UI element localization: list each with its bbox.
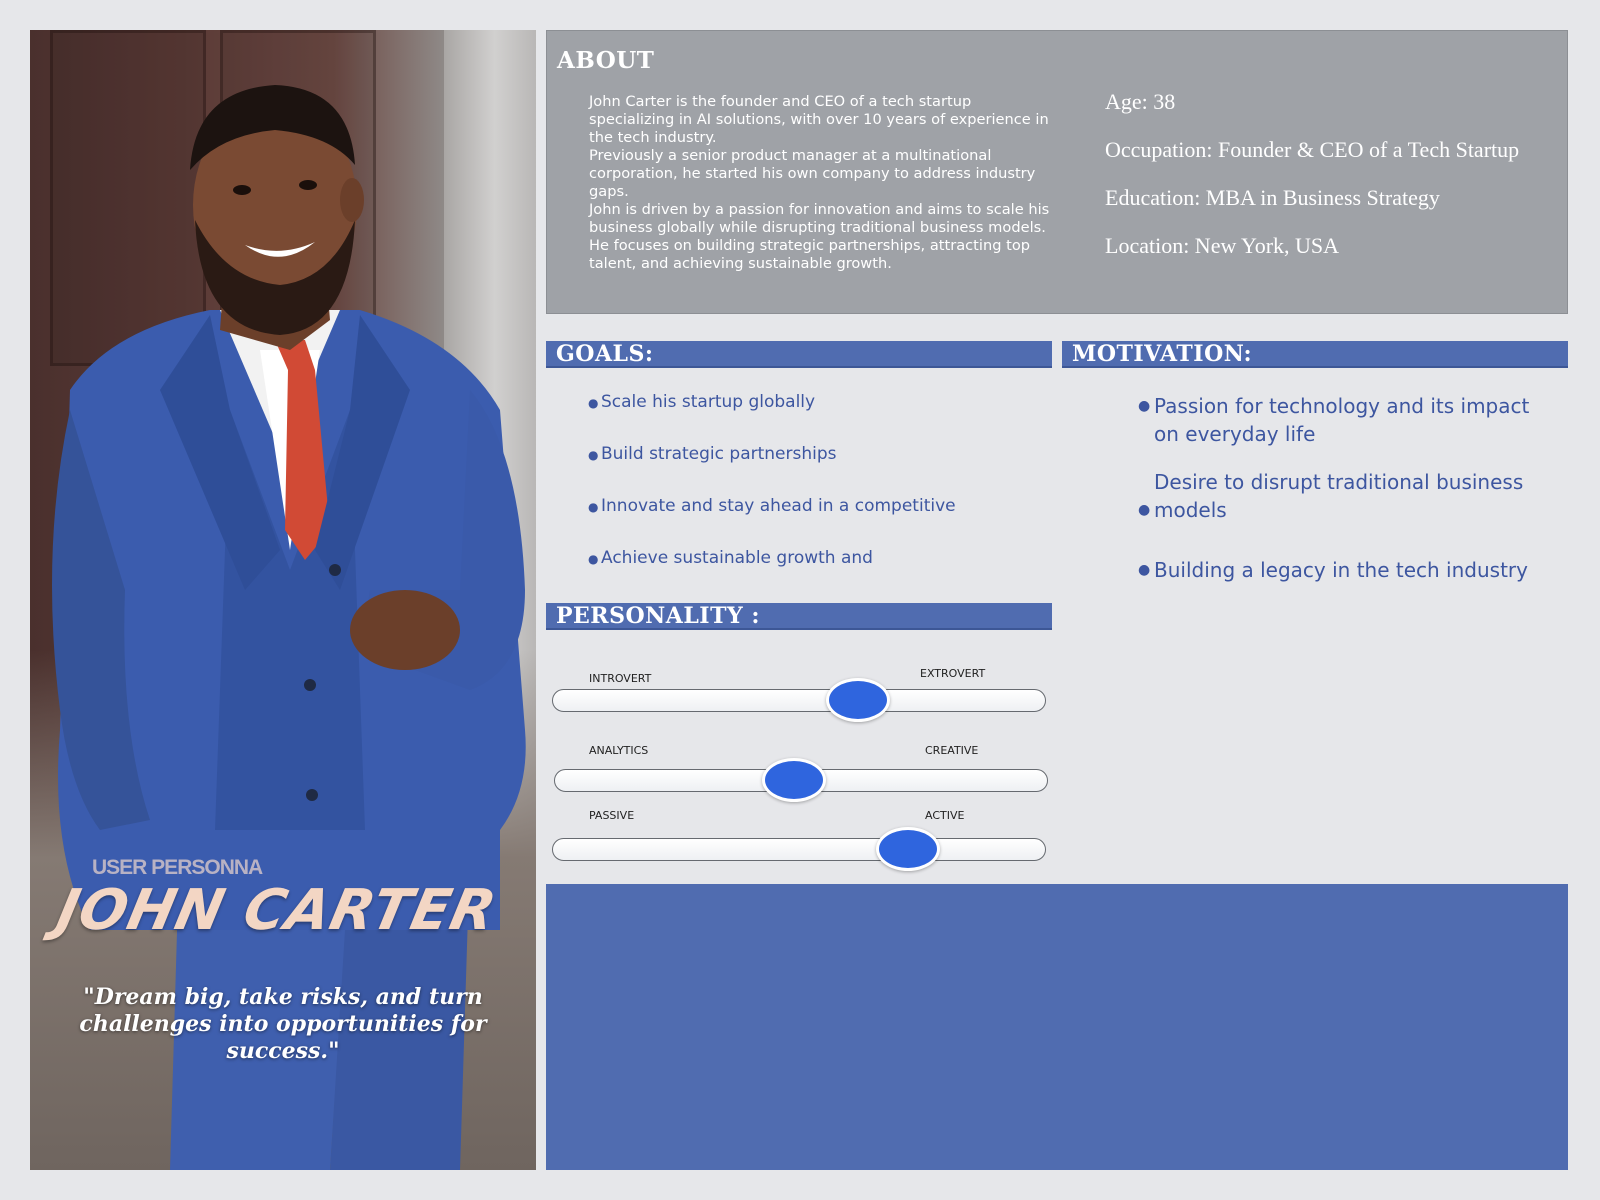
bullet-dot-icon: ● bbox=[588, 448, 599, 462]
goals-header: GOALS: bbox=[546, 341, 1052, 368]
bullet-dot-icon: ● bbox=[588, 500, 599, 514]
personality-slider-track[interactable] bbox=[552, 689, 1046, 712]
list-item: ● Building a legacy in the tech industry bbox=[1138, 556, 1558, 584]
personality-title: PERSONALITY : bbox=[556, 603, 760, 629]
list-item: ● Build strategic partnerships bbox=[588, 444, 1038, 496]
fact-education: Education: MBA in Business Strategy bbox=[1105, 185, 1440, 210]
persona-portrait: USER PERSONNA JOHN CARTER "Dream big, ta… bbox=[30, 30, 536, 1170]
bullet-dot-icon: ● bbox=[1138, 398, 1151, 414]
motivation-text: Desire to disrupt traditional business m… bbox=[1154, 470, 1524, 522]
about-paragraph: He focuses on building strategic partner… bbox=[589, 237, 1031, 272]
goals-title: GOALS: bbox=[556, 341, 654, 367]
slider-left-label: ANALYTICS bbox=[589, 744, 649, 757]
fact-age: Age: 38 bbox=[1105, 89, 1176, 114]
about-paragraph: Previously a senior product manager at a… bbox=[589, 147, 1036, 200]
about-title: ABOUT bbox=[557, 47, 655, 74]
slider-left-label: INTROVERT bbox=[589, 672, 652, 685]
motivation-title: MOTIVATION: bbox=[1072, 341, 1253, 367]
bullet-dot-icon: ● bbox=[1138, 502, 1151, 518]
motivation-list: ● Passion for technology and its impact o… bbox=[1138, 392, 1558, 584]
goal-text: Innovate and stay ahead in a competitive bbox=[601, 496, 956, 516]
about-facts: Age: 38 Occupation: Founder & CEO of a T… bbox=[1105, 89, 1565, 281]
blank-blue-panel bbox=[546, 884, 1568, 1170]
goal-text: Build strategic partnerships bbox=[601, 444, 837, 464]
about-description: John Carter is the founder and CEO of a … bbox=[589, 93, 1059, 273]
slider-right-label: CREATIVE bbox=[925, 744, 979, 757]
bullet-dot-icon: ● bbox=[588, 396, 599, 410]
goal-text: Scale his startup globally bbox=[601, 392, 816, 412]
list-item: ● Passion for technology and its impact o… bbox=[1138, 392, 1558, 468]
motivation-text: Passion for technology and its impact on… bbox=[1154, 394, 1530, 446]
persona-name: JOHN CARTER bbox=[51, 878, 503, 943]
personality-slider-knob[interactable] bbox=[875, 827, 940, 871]
motivation-text: Building a legacy in the tech industry bbox=[1154, 558, 1528, 582]
personality-slider-knob[interactable] bbox=[762, 758, 827, 802]
slider-right-label: ACTIVE bbox=[925, 809, 965, 822]
list-item: ● Achieve sustainable growth and bbox=[588, 548, 1038, 600]
fact-location: Location: New York, USA bbox=[1105, 233, 1340, 258]
list-item: ● Innovate and stay ahead in a competitiv… bbox=[588, 496, 1038, 548]
bullet-dot-icon: ● bbox=[588, 552, 599, 566]
fact-occupation: Occupation: Founder & CEO of a Tech Star… bbox=[1105, 137, 1520, 162]
goals-list: ● Scale his startup globally ● Build strat… bbox=[588, 392, 1038, 600]
goal-text: Achieve sustainable growth and bbox=[601, 548, 873, 568]
persona-quote: "Dream big, take risks, and turn challen… bbox=[79, 984, 487, 1064]
personality-slider-knob[interactable] bbox=[826, 678, 891, 722]
list-item: ● Desire to disrupt traditional business … bbox=[1138, 468, 1558, 556]
slider-left-label: PASSIVE bbox=[589, 809, 635, 822]
bullet-dot-icon: ● bbox=[1138, 562, 1151, 578]
about-paragraph: John is driven by a passion for innovati… bbox=[589, 201, 1050, 236]
slider-right-label: EXTROVERT bbox=[920, 667, 986, 680]
about-section: ABOUT John Carter is the founder and CEO… bbox=[546, 30, 1568, 314]
about-paragraph: John Carter is the founder and CEO of a … bbox=[589, 93, 1049, 146]
list-item: ● Scale his startup globally bbox=[588, 392, 1038, 444]
motivation-header: MOTIVATION: bbox=[1062, 341, 1568, 368]
personality-slider-track[interactable] bbox=[552, 838, 1046, 861]
user-persona-label: USER PERSONNA bbox=[92, 856, 263, 879]
personality-header: PERSONALITY : bbox=[546, 603, 1052, 630]
